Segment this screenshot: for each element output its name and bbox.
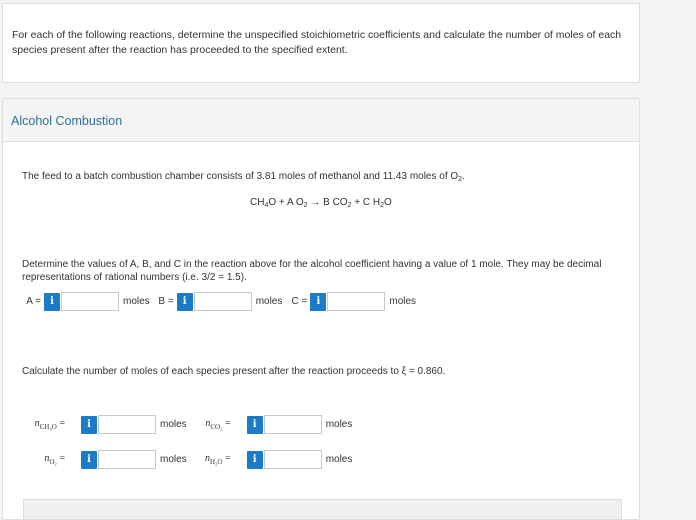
coefficient-row: A = i moles B = i moles C = i moles xyxy=(25,292,416,311)
n-h2o-unit: moles xyxy=(325,454,353,465)
coef-b-input[interactable] xyxy=(193,292,252,311)
coef-c-unit: moles xyxy=(389,296,417,307)
problem-title: Alcohol Combustion xyxy=(11,114,123,128)
n-o2-input[interactable] xyxy=(98,450,156,469)
instructions-text: For each of the following reactions, det… xyxy=(12,29,622,56)
n-co2-unit: moles xyxy=(325,419,353,430)
feed-description: The feed to a batch combustion chamber c… xyxy=(22,171,465,183)
n-ch4o-input[interactable] xyxy=(98,415,156,434)
problem-header: Alcohol Combustion xyxy=(3,99,639,142)
coef-c-input[interactable] xyxy=(327,292,386,311)
coef-a-unit: moles xyxy=(123,296,150,307)
reaction-equation: CH4O + A O2 → B CO2 + C H2O xyxy=(250,197,392,209)
coef-a-label: A = xyxy=(26,296,41,307)
info-icon[interactable]: i xyxy=(81,450,97,469)
info-icon[interactable]: i xyxy=(246,415,263,434)
coef-b-unit: moles xyxy=(255,296,283,307)
species-row: nO₂ = i moles nH₂O = i moles xyxy=(27,450,352,469)
coef-a-input[interactable] xyxy=(61,292,119,311)
n-o2-unit: moles xyxy=(160,454,187,465)
next-section-box xyxy=(23,499,622,519)
n-co2-label: nCO₂ = xyxy=(205,418,231,431)
coef-b-label: B = xyxy=(158,296,174,307)
n-o2-label: nO₂ = xyxy=(44,453,65,466)
info-icon[interactable]: i xyxy=(81,415,97,434)
info-icon[interactable]: i xyxy=(310,292,327,311)
instructions-card: For each of the following reactions, det… xyxy=(2,3,640,83)
n-h2o-label: nH₂O = xyxy=(204,453,231,466)
extent-instructions: Calculate the number of moles of each sp… xyxy=(22,366,446,377)
n-h2o-input[interactable] xyxy=(263,450,322,469)
n-ch4o-unit: moles xyxy=(160,419,187,430)
info-icon[interactable]: i xyxy=(176,292,193,311)
species-row: nCH₄O = i moles nCO₂ = i moles xyxy=(27,415,352,434)
info-icon[interactable]: i xyxy=(246,450,263,469)
coefficient-instructions: Determine the values of A, B, and C in t… xyxy=(22,259,602,283)
problem-card: Alcohol Combustion The feed to a batch c… xyxy=(2,98,640,520)
n-ch4o-label: nCH₄O = xyxy=(34,418,65,431)
n-co2-input[interactable] xyxy=(263,415,322,434)
info-icon[interactable]: i xyxy=(44,292,60,311)
coef-c-label: C = xyxy=(291,296,308,307)
